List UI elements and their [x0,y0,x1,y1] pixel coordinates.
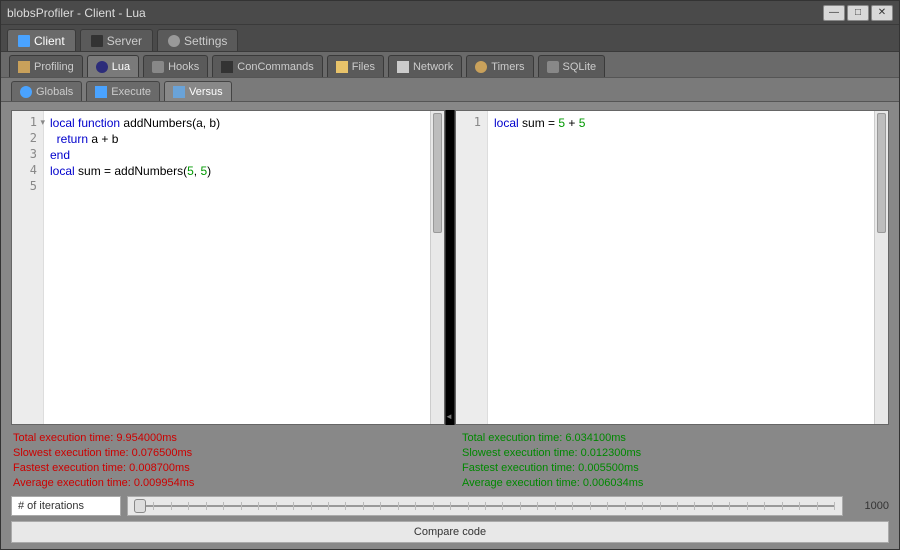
subtab-timers[interactable]: Timers [466,55,533,77]
terttab-globals[interactable]: Globals [11,81,82,101]
stat-average: Average execution time: 0.009954ms [13,476,438,491]
sqlite-icon [547,61,559,73]
sub-tabs: Profiling Lua Hooks ConCommands Files Ne… [1,51,899,77]
iterations-label: # of iterations [11,496,121,516]
stat-average: Average execution time: 0.006034ms [462,476,887,491]
concommands-icon [221,61,233,73]
titlebar: blobsProfiler - Client - Lua — □ ✕ [1,1,899,25]
client-icon [18,35,30,47]
main-tabs: Client Server Settings [1,25,899,51]
iterations-row: # of iterations 1000 [11,495,889,517]
settings-icon [168,35,180,47]
minimize-button[interactable]: — [823,5,845,21]
scrollbar-right[interactable] [874,111,888,424]
terttab-versus[interactable]: Versus [164,81,232,101]
app-window: blobsProfiler - Client - Lua — □ ✕ Clien… [0,0,900,550]
content-area: 1▾2345 local function addNumbers(a, b) r… [1,101,899,549]
hooks-icon [152,61,164,73]
stat-fastest: Fastest execution time: 0.008700ms [13,461,438,476]
iterations-slider[interactable] [127,496,843,516]
subtab-concommands[interactable]: ConCommands [212,55,322,77]
execute-icon [95,86,107,98]
terttab-execute[interactable]: Execute [86,81,160,101]
files-icon [336,61,348,73]
stats-left: Total execution time: 9.954000ms Slowest… [11,431,440,491]
scrollbar-thumb[interactable] [877,113,886,233]
subtab-profiling[interactable]: Profiling [9,55,83,77]
maximize-button[interactable]: □ [847,5,869,21]
scrollbar-left[interactable] [430,111,444,424]
editor-left[interactable]: 1▾2345 local function addNumbers(a, b) r… [11,110,445,425]
timers-icon [475,61,487,73]
gutter-right: 1 [456,111,488,424]
tab-settings[interactable]: Settings [157,29,238,51]
editors-split: 1▾2345 local function addNumbers(a, b) r… [11,110,889,425]
subtab-network[interactable]: Network [388,55,462,77]
stat-slowest: Slowest execution time: 0.076500ms [13,446,438,461]
network-icon [397,61,409,73]
slider-thumb[interactable] [134,499,146,513]
subtab-files[interactable]: Files [327,55,384,77]
stat-total: Total execution time: 6.034100ms [462,431,887,446]
versus-icon [173,86,185,98]
stat-slowest: Slowest execution time: 0.012300ms [462,446,887,461]
hourglass-icon [18,61,30,73]
subtab-lua[interactable]: Lua [87,55,139,77]
editor-right[interactable]: 1 local sum = 5 + 5 [455,110,889,425]
stat-fastest: Fastest execution time: 0.005500ms [462,461,887,476]
stats-row: Total execution time: 9.954000ms Slowest… [11,431,889,491]
code-right[interactable]: local sum = 5 + 5 [488,111,874,424]
split-divider[interactable] [445,110,455,425]
close-button[interactable]: ✕ [871,5,893,21]
slider-ticks [136,500,834,512]
globals-icon [20,86,32,98]
iterations-max: 1000 [849,500,889,512]
tab-server[interactable]: Server [80,29,153,51]
lua-icon [96,61,108,73]
compare-button[interactable]: Compare code [11,521,889,543]
gutter-left: 1▾2345 [12,111,44,424]
subtab-sqlite[interactable]: SQLite [538,55,606,77]
scrollbar-thumb[interactable] [433,113,442,233]
subtab-hooks[interactable]: Hooks [143,55,208,77]
window-title: blobsProfiler - Client - Lua [7,6,821,20]
stats-right: Total execution time: 6.034100ms Slowest… [460,431,889,491]
stat-total: Total execution time: 9.954000ms [13,431,438,446]
server-icon [91,35,103,47]
tab-client[interactable]: Client [7,29,76,51]
code-left[interactable]: local function addNumbers(a, b) return a… [44,111,430,424]
tertiary-tabs: Globals Execute Versus [1,77,899,101]
